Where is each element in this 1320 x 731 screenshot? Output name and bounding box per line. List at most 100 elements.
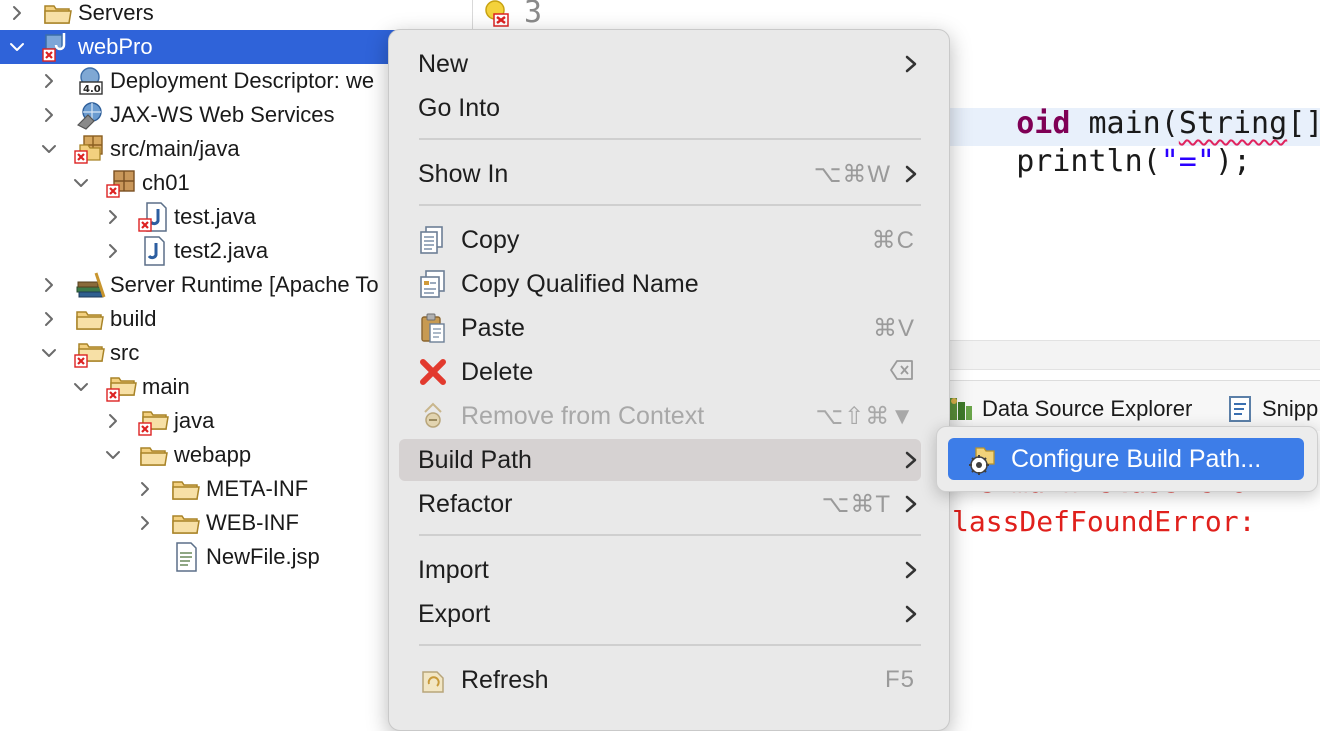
menu-item-label: Import	[418, 555, 489, 584]
chevron-right-icon[interactable]	[105, 243, 121, 259]
tree-item-label: main	[142, 374, 190, 399]
tree-item-label: Server Runtime [Apache To	[110, 272, 379, 297]
chevron-right-icon[interactable]	[9, 5, 25, 21]
java-file-error-icon	[138, 201, 170, 233]
folder-icon	[42, 0, 74, 29]
chevron-right-icon[interactable]	[105, 413, 121, 429]
tree-item-label: test.java	[174, 204, 256, 229]
chevron-right-icon[interactable]	[41, 277, 57, 293]
menu-item-label: Build Path	[418, 445, 532, 474]
chevron-down-icon[interactable]	[41, 141, 57, 157]
configure-build-path-label: Configure Build Path...	[1011, 444, 1262, 473]
tree-item-label: webPro	[78, 34, 153, 59]
tree-row[interactable]: Servers	[0, 0, 472, 30]
class-error-icon[interactable]	[482, 0, 512, 28]
menu-separator	[419, 138, 921, 140]
tree-item-label: ch01	[142, 170, 190, 195]
tree-item-label: Deployment Descriptor: we	[110, 68, 375, 93]
folder-icon	[170, 507, 202, 539]
chevron-right-icon[interactable]	[105, 209, 121, 225]
tree-item-label: src/main/java	[110, 136, 240, 161]
menu-item-label: Copy	[461, 225, 520, 254]
menu-item-refresh[interactable]: Refresh F5	[399, 659, 921, 701]
chevron-right-icon	[905, 495, 917, 513]
chevron-down-icon[interactable]	[9, 39, 25, 55]
menu-item-label: Refactor	[418, 489, 513, 518]
menu-item-label: Remove from Context	[461, 401, 705, 430]
console-line-2: lassDefFoundError:	[952, 505, 1256, 538]
context-menu: New Go Into Show In ⌥⌘W Copy ⌘C Copy Qua…	[388, 29, 950, 731]
chevron-down-icon[interactable]	[73, 379, 89, 395]
folder-error-icon	[74, 337, 106, 369]
menu-item-go-into[interactable]: Go Into	[399, 87, 921, 129]
snippets-label: Snipp	[1262, 396, 1319, 421]
copy-qualified-name-icon	[417, 268, 449, 300]
menu-item-new[interactable]: New	[399, 43, 921, 85]
tree-item-label: Servers	[78, 0, 154, 25]
menu-item-paste[interactable]: Paste ⌘V	[399, 307, 921, 349]
web-services-icon	[74, 99, 106, 131]
menu-item-show-in[interactable]: Show In ⌥⌘W	[399, 153, 921, 195]
data-source-explorer-label: Data Source Explorer	[982, 396, 1193, 421]
paste-icon	[417, 312, 449, 344]
folder-icon	[170, 473, 202, 505]
menu-item-label: Paste	[461, 313, 525, 342]
deployment-descriptor-icon: 4.0	[74, 65, 106, 97]
data-source-explorer-tab[interactable]: Data Source Explorer	[946, 392, 1192, 426]
menu-item-refactor[interactable]: Refactor ⌥⌘T	[399, 483, 921, 525]
folder-icon	[138, 439, 170, 471]
menu-shortcut: ⌥⌘T	[821, 490, 891, 518]
tree-item-label: WEB-INF	[206, 510, 299, 535]
java-file-icon	[138, 235, 170, 267]
build-path-submenu: Configure Build Path...	[936, 426, 1318, 492]
chevron-down-icon[interactable]	[105, 447, 121, 463]
chevron-right-icon[interactable]	[137, 515, 153, 531]
snippets-tab[interactable]: Snipp	[1226, 392, 1318, 426]
tree-item-label: JAX-WS Web Services	[110, 102, 335, 127]
folder-error-icon	[138, 405, 170, 437]
library-icon	[74, 269, 106, 301]
menu-item-build-path[interactable]: Build Path	[399, 439, 921, 481]
chevron-right-icon[interactable]	[41, 73, 57, 89]
tree-item-label: build	[110, 306, 157, 331]
tree-item-label: NewFile.jsp	[206, 544, 320, 569]
folder-icon	[74, 303, 106, 335]
configure-build-path-item[interactable]: Configure Build Path...	[948, 438, 1304, 480]
menu-item-import[interactable]: Import	[399, 549, 921, 591]
folder-error-icon	[106, 371, 138, 403]
chevron-right-icon	[905, 451, 917, 469]
chevron-right-icon[interactable]	[41, 311, 57, 327]
chevron-down-icon[interactable]	[73, 175, 89, 191]
chevron-right-icon	[905, 165, 917, 183]
snippets-icon	[1226, 394, 1256, 424]
tree-item-label: META-INF	[206, 476, 309, 501]
svg-text:4.0: 4.0	[83, 84, 101, 95]
jsp-file-icon	[170, 541, 202, 573]
menu-shortcut: ⌘C	[871, 226, 915, 254]
tree-item-label: webapp	[174, 442, 252, 467]
menu-item-remove-from-context[interactable]: Remove from Context ⌥⇧⌘▼	[399, 395, 921, 437]
refresh-icon	[417, 664, 449, 696]
tree-item-label: java	[174, 408, 215, 433]
menu-item-label: New	[418, 49, 469, 78]
menu-item-label: Copy Qualified Name	[461, 269, 699, 298]
menu-item-copy[interactable]: Copy ⌘C	[399, 219, 921, 261]
web-project-error-icon	[42, 31, 74, 63]
menu-item-label: Export	[418, 599, 491, 628]
menu-shortcut: F5	[884, 666, 915, 693]
chevron-down-icon[interactable]	[41, 345, 57, 361]
chevron-right-icon	[905, 55, 917, 73]
chevron-right-icon[interactable]	[41, 107, 57, 123]
remove-from-context-icon	[417, 400, 449, 432]
statement-end: );	[1214, 144, 1252, 179]
menu-item-export[interactable]: Export	[399, 593, 921, 635]
menu-separator	[419, 534, 921, 536]
package-error-icon	[106, 167, 138, 199]
chevron-right-icon[interactable]	[137, 481, 153, 497]
menu-item-copy-qualified-name[interactable]: Copy Qualified Name	[399, 263, 921, 305]
data-source-explorer-icon	[946, 394, 976, 424]
menu-item-delete[interactable]: Delete	[399, 351, 921, 393]
chevron-right-icon	[905, 605, 917, 623]
configure-build-path-icon	[966, 444, 998, 476]
menu-shortcut: ⌥⌘W	[813, 160, 891, 188]
